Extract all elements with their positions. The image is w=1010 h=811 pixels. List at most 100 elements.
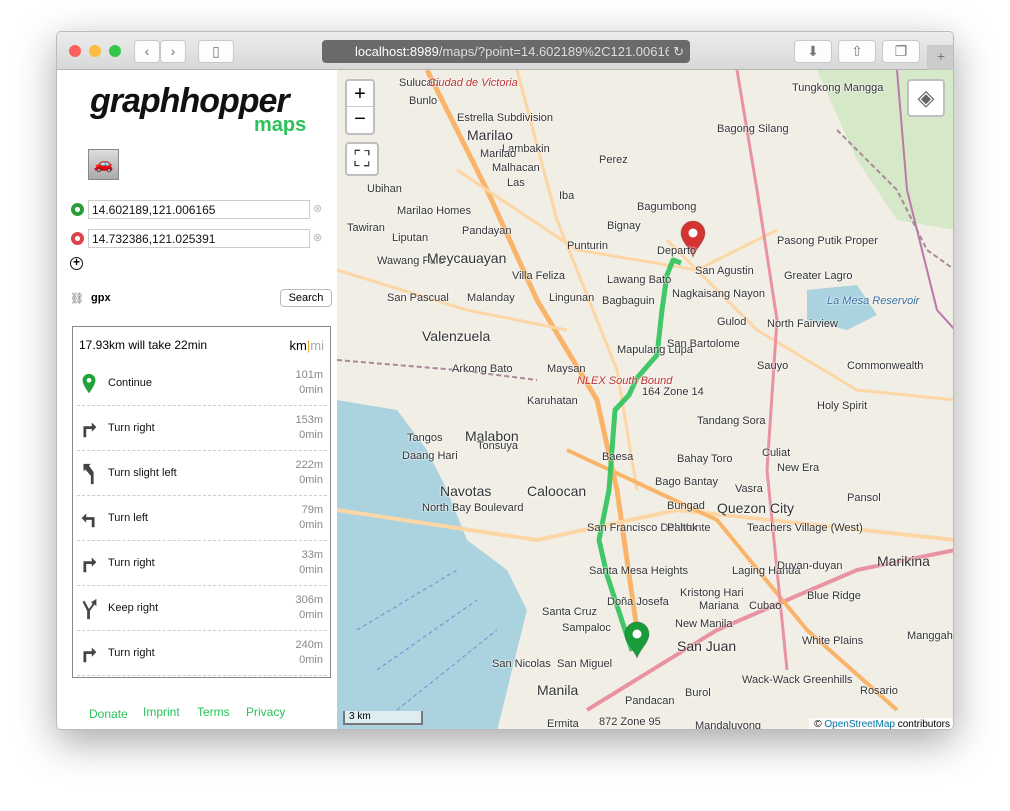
place-label: Bignay xyxy=(607,220,641,232)
zoom-out-button[interactable]: − xyxy=(347,107,373,133)
end-point-input[interactable] xyxy=(88,229,310,248)
zoom-in-button[interactable]: + xyxy=(347,81,373,107)
instruction-row[interactable]: Continue 101m 0min xyxy=(77,361,327,406)
share-button[interactable]: ⇧ xyxy=(838,40,876,63)
place-label: Lingunan xyxy=(549,292,595,304)
chevron-right-icon: › xyxy=(170,43,176,59)
maximize-button[interactable] xyxy=(109,45,121,57)
instruction-text: Turn right xyxy=(108,557,155,569)
place-label: Karuhatan xyxy=(527,395,578,407)
browser-toolbar: ‹ › ▯ localhost:8989/maps/?point=14.6021… xyxy=(57,32,953,70)
vehicle-car-button[interactable]: 🚗 xyxy=(88,149,119,180)
clear-end-icon[interactable]: ⊗ xyxy=(313,231,322,244)
place-label: Marilao Homes xyxy=(397,205,471,217)
place-label: Sampaloc xyxy=(562,622,611,634)
instruction-text: Keep right xyxy=(108,602,159,614)
browser-window: ‹ › ▯ localhost:8989/maps/?point=14.6021… xyxy=(56,31,954,730)
chevron-left-icon: ‹ xyxy=(144,43,150,59)
place-label: Marilao xyxy=(467,127,513,143)
instruction-row[interactable]: Turn left 79m 0min xyxy=(77,496,327,541)
place-label: Ubihan xyxy=(367,183,402,195)
tabs-button[interactable]: ❐ xyxy=(882,40,920,63)
plus-icon: + xyxy=(936,48,946,64)
map[interactable]: Sulucan Ciudad de Victoria Bunlo Estrella S… xyxy=(337,70,953,730)
place-label: Arkong Bato xyxy=(452,363,513,375)
unit-mi[interactable]: mi xyxy=(310,338,324,353)
gpx-export-link[interactable]: gpx xyxy=(91,292,111,304)
new-tab-button[interactable]: + xyxy=(927,45,953,70)
place-label: Vasra xyxy=(735,483,763,495)
instruction-row[interactable]: Turn right 153m 0min xyxy=(77,406,327,451)
instruction-time: 0min xyxy=(299,384,323,396)
url-host: localhost:8989 xyxy=(355,44,439,59)
place-label: North Bay Boulevard xyxy=(422,502,524,514)
place-label: Doña Josefa xyxy=(607,596,669,608)
turn-right-icon xyxy=(83,647,97,663)
instruction-distance: 222m xyxy=(295,459,323,471)
keep-right-icon xyxy=(82,598,97,620)
place-label: San Juan xyxy=(677,638,737,654)
instruction-text: Turn slight left xyxy=(108,467,177,479)
unit-km[interactable]: km xyxy=(290,338,307,353)
instruction-distance: 306m xyxy=(295,594,323,606)
terms-link[interactable]: Terms xyxy=(197,705,230,719)
place-label: Cubao xyxy=(749,600,782,612)
privacy-link[interactable]: Privacy xyxy=(246,705,285,719)
place-label: White Plains xyxy=(802,635,864,647)
place-label: Tungkong Mangga xyxy=(792,82,884,94)
place-label: Bungad xyxy=(667,500,705,512)
address-bar[interactable]: localhost:8989/maps/?point=14.602189%2C1… xyxy=(322,40,690,63)
fullscreen-button[interactable]: ⛶ xyxy=(345,142,379,176)
place-label: North Fairview xyxy=(767,318,838,330)
place-label: New Era xyxy=(777,462,820,474)
place-label: Holy Spirit xyxy=(817,400,868,412)
place-label: Pasong Putik Proper xyxy=(777,235,878,247)
place-label: Tangos xyxy=(407,432,443,444)
place-label: Nagkaisang Nayon xyxy=(672,288,765,300)
place-label: Pandayan xyxy=(462,225,512,237)
place-label: Bunlo xyxy=(409,95,438,107)
instruction-time: 0min xyxy=(299,429,323,441)
back-button[interactable]: ‹ xyxy=(134,40,160,63)
add-point-icon[interactable]: + xyxy=(70,256,83,270)
instruction-text: Turn right xyxy=(108,422,155,434)
instruction-row[interactable]: Turn right 33m 0min xyxy=(77,541,327,586)
search-button[interactable]: Search xyxy=(280,289,332,307)
place-label: Ermita xyxy=(547,718,579,730)
instruction-distance: 101m xyxy=(295,369,323,381)
end-point-icon xyxy=(71,232,84,245)
place-label: San Agustin xyxy=(695,265,754,277)
place-label: Gulod xyxy=(717,316,747,328)
place-label: Villa Feliza xyxy=(512,270,565,282)
clear-start-icon[interactable]: ⊗ xyxy=(313,202,322,215)
instruction-text: Turn right xyxy=(108,647,155,659)
sidebar: graphhopper maps 🚗 ⊗ ⊗ + ⛓ gpx Search 17… xyxy=(57,70,337,729)
place-label: Kristong Hari xyxy=(680,587,744,599)
imprint-link[interactable]: Imprint xyxy=(143,705,180,719)
downloads-button[interactable]: ⬇ xyxy=(794,40,832,63)
close-button[interactable] xyxy=(69,45,81,57)
reload-icon[interactable]: ↻ xyxy=(669,40,684,63)
place-label: Burol xyxy=(685,687,711,699)
sidebar-toggle-button[interactable]: ▯ xyxy=(198,40,234,63)
donate-link[interactable]: Donate xyxy=(89,707,128,721)
instructions-panel: 17.93km will take 22min km|mi Continue 1… xyxy=(72,326,331,678)
forward-button[interactable]: › xyxy=(160,40,186,63)
place-label: Commonwealth xyxy=(847,360,924,372)
place-label: La Mesa Reservoir xyxy=(827,295,920,307)
place-label: Tawiran xyxy=(347,222,385,234)
minimize-button[interactable] xyxy=(89,45,101,57)
instruction-row[interactable]: Turn right 240m 0min xyxy=(77,631,327,676)
place-label: Maysan xyxy=(547,363,586,375)
place-label: Departo xyxy=(657,245,697,257)
start-point-input[interactable] xyxy=(88,200,310,219)
layers-button[interactable]: ◈ xyxy=(907,79,945,117)
place-label: Iba xyxy=(559,190,575,202)
instruction-row[interactable]: Turn slight left 222m 0min xyxy=(77,451,327,496)
instruction-time: 0min xyxy=(299,654,323,666)
tabs-icon: ❐ xyxy=(894,43,908,59)
place-label: New Manila xyxy=(675,618,733,630)
start-marker-icon xyxy=(82,373,96,394)
osm-link[interactable]: OpenStreetMap xyxy=(824,719,895,729)
instruction-row[interactable]: Keep right 306m 0min xyxy=(77,586,327,631)
